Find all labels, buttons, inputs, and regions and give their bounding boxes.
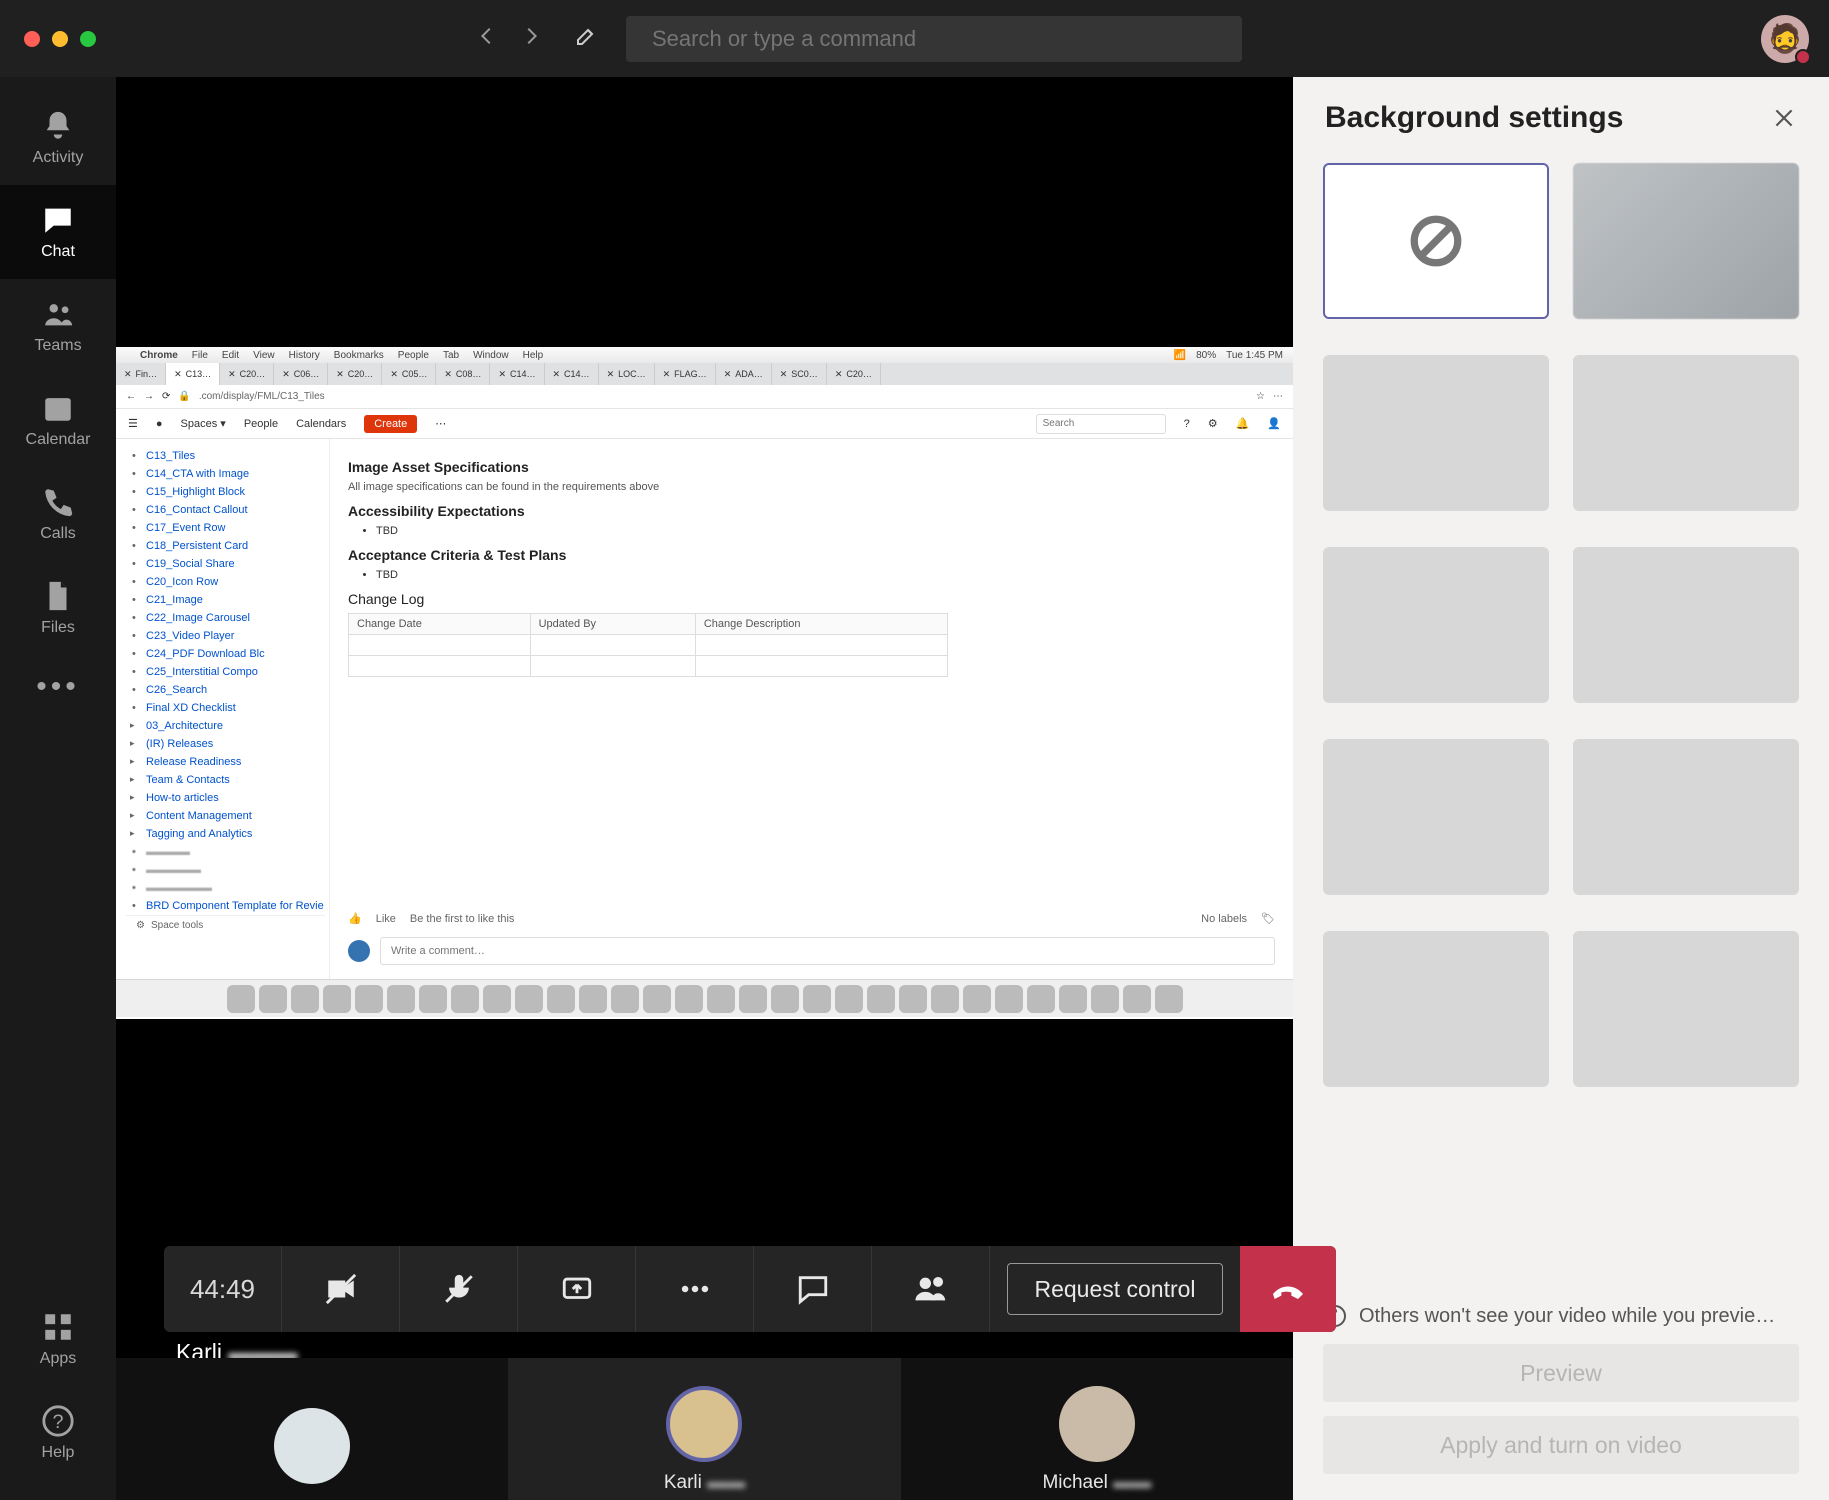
window-controls [24, 31, 96, 47]
call-toolbar: 44:49 Request control [164, 1246, 1336, 1332]
nav-label: Files [41, 619, 75, 637]
menubar-app: Chrome [140, 350, 178, 361]
background-option[interactable] [1323, 355, 1549, 511]
maximize-window-icon[interactable] [80, 31, 96, 47]
search-input[interactable] [652, 26, 1216, 52]
background-option[interactable] [1323, 547, 1549, 703]
title-bar: 🧔 [0, 0, 1829, 77]
background-grid [1293, 145, 1829, 1294]
wifi-icon: 📶 [1174, 350, 1186, 361]
panel-title: Background settings [1325, 101, 1623, 135]
request-control[interactable]: Request control [990, 1246, 1240, 1332]
nav-label: Calendar [26, 431, 91, 449]
nav-calls[interactable]: Calls [0, 467, 116, 561]
nav-chat[interactable]: Chat [0, 185, 116, 279]
more-actions-button[interactable] [636, 1246, 754, 1332]
call-timer: 44:49 [164, 1246, 282, 1332]
back-icon[interactable] [476, 25, 498, 52]
background-option[interactable] [1573, 547, 1799, 703]
apply-button[interactable]: Apply and turn on video [1323, 1416, 1799, 1474]
nav-calendar[interactable]: Calendar [0, 373, 116, 467]
background-option[interactable] [1323, 739, 1549, 895]
confluence-sidenav: C13_Tiles C14_CTA with Image C15_Highlig… [116, 439, 330, 979]
background-option[interactable] [1323, 931, 1549, 1087]
nav-label: Activity [33, 149, 84, 167]
avatar-icon [666, 1386, 742, 1462]
chat-toggle-button[interactable] [754, 1246, 872, 1332]
mac-dock [116, 979, 1293, 1017]
avatar-icon [274, 1408, 350, 1484]
background-settings-panel: Background settings Others won't see you… [1293, 77, 1829, 1500]
background-option[interactable] [1573, 355, 1799, 511]
presence-badge-icon [1795, 49, 1811, 65]
confluence-nav: ☰● Spaces ▾ People Calendars Create ⋯ ?⚙… [116, 409, 1293, 439]
people-toggle-button[interactable] [872, 1246, 990, 1332]
close-panel-button[interactable] [1771, 105, 1797, 131]
nav-activity[interactable]: Activity [0, 91, 116, 185]
share-screen-button[interactable] [518, 1246, 636, 1332]
nav-apps[interactable]: Apps [0, 1292, 116, 1386]
browser-tabs: ✕Fin… ✕C13… ✕C20… ✕C06… ✕C20… ✕C05… ✕C08… [116, 363, 1293, 385]
nav-label: Teams [34, 337, 81, 355]
mac-menubar: Chrome File Edit View History Bookmarks … [116, 347, 1293, 363]
panel-info: Others won't see your video while you pr… [1293, 1294, 1829, 1344]
hang-up-button[interactable] [1240, 1246, 1336, 1332]
nav-more-icon[interactable]: ••• [36, 663, 80, 711]
toggle-mic-button[interactable] [400, 1246, 518, 1332]
minimize-window-icon[interactable] [52, 31, 68, 47]
svg-text:?: ? [52, 1411, 63, 1433]
participant-tile[interactable]: Michael ▬▬ [901, 1358, 1293, 1500]
nav-label: Calls [40, 525, 76, 543]
current-user-avatar[interactable]: 🧔 [1761, 15, 1809, 63]
participant-tile[interactable]: Karli ▬▬ [508, 1358, 900, 1500]
request-control-button[interactable]: Request control [1007, 1263, 1222, 1315]
compose-icon[interactable] [574, 24, 598, 53]
background-option-none[interactable] [1323, 163, 1549, 319]
search-box[interactable] [626, 16, 1242, 62]
left-nav-rail: Activity Chat Teams Calendar Calls Files… [0, 77, 116, 1500]
browser-url-bar: ←→⟳🔒 .com/display/FML/C13_Tiles ☆⋯ [116, 385, 1293, 409]
nav-help[interactable]: ? Help [0, 1386, 116, 1480]
background-option[interactable] [1573, 739, 1799, 895]
call-stage: Chrome File Edit View History Bookmarks … [116, 77, 1293, 1500]
user-avatar-icon [348, 940, 370, 962]
avatar-icon [1059, 1386, 1135, 1462]
forward-icon[interactable] [520, 25, 542, 52]
nav-label: Help [42, 1444, 75, 1462]
nav-label: Apps [40, 1350, 76, 1368]
shared-screen: Chrome File Edit View History Bookmarks … [116, 347, 1293, 1019]
nav-files[interactable]: Files [0, 561, 116, 655]
background-option-blur[interactable] [1573, 163, 1799, 319]
preview-button[interactable]: Preview [1323, 1344, 1799, 1402]
close-window-icon[interactable] [24, 31, 40, 47]
background-option[interactable] [1573, 931, 1799, 1087]
toggle-camera-button[interactable] [282, 1246, 400, 1332]
confluence-page: Image Asset Specifications All image spe… [330, 439, 1293, 979]
participant-strip: Karli ▬▬ Michael ▬▬ [116, 1358, 1293, 1500]
create-button: Create [364, 415, 417, 433]
nav-label: Chat [41, 243, 75, 261]
change-log-table: Change DateUpdated ByChange Description [348, 613, 948, 677]
nav-teams[interactable]: Teams [0, 279, 116, 373]
participant-tile[interactable] [116, 1358, 508, 1500]
